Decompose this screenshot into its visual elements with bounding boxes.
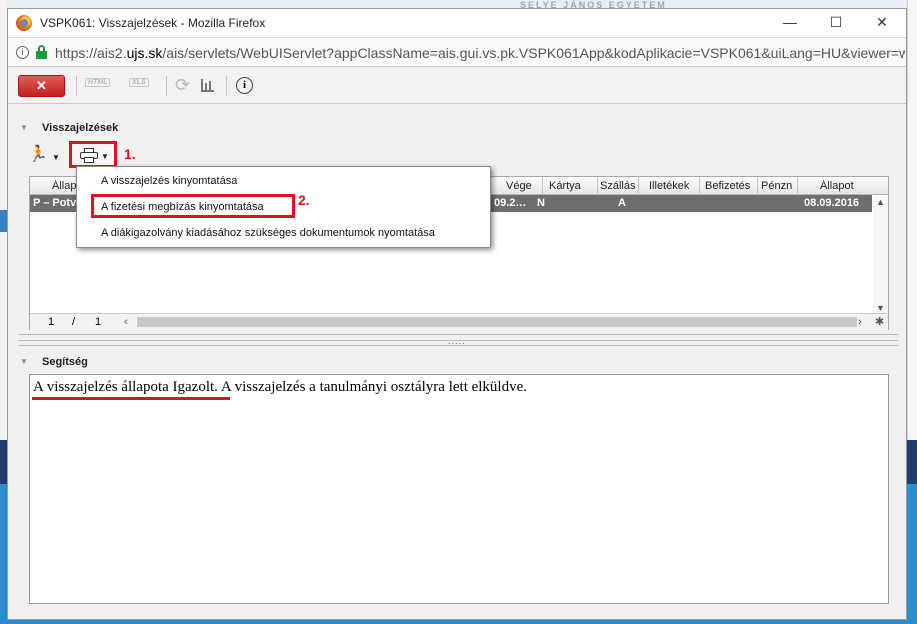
feedback-panel-title: Visszajelzések	[42, 122, 119, 134]
column-header[interactable]: Kártya	[549, 180, 581, 192]
info-icon[interactable]: i	[236, 77, 253, 94]
help-panel-title: Segítség	[42, 356, 88, 368]
minimize-button[interactable]: —	[767, 9, 813, 37]
cell-end: 09.2…	[494, 197, 527, 209]
column-header[interactable]: Szállás	[600, 180, 638, 192]
title-bar: VSPK061: Visszajelzések - Mozilla Firefo…	[8, 9, 906, 37]
background-page-top	[0, 0, 917, 8]
column-header[interactable]: Befizetés	[705, 180, 750, 192]
url-text[interactable]: https://ais2.ujs.sk/ais/servlets/WebUISe…	[55, 45, 905, 61]
cell-accommodation: A	[618, 197, 626, 209]
window-close-button[interactable]: ✕	[859, 9, 905, 37]
close-app-button[interactable]: ✕	[18, 75, 65, 97]
column-header[interactable]: Állapot	[820, 180, 854, 192]
cell-date: 08.09.2016	[804, 197, 860, 209]
background-banner: SELYE JÁNOS EGYETEM	[520, 0, 667, 8]
menu-item-print-payment-order[interactable]: A fizetési megbízás kinyomtatása	[101, 201, 264, 213]
printer-icon	[80, 148, 98, 163]
collapse-icon[interactable]: ▼	[20, 357, 28, 366]
app-toolbar: ✕ HTML XLS ⟳ i	[8, 68, 906, 104]
column-header[interactable]: Vége	[506, 180, 546, 192]
actions-menu-icon[interactable]: 🏃	[28, 144, 52, 164]
firefox-icon	[16, 15, 32, 31]
annotation-step-1: 1.	[124, 146, 136, 162]
print-dropdown-menu: A visszajelzés kinyomtatása A fizetési m…	[76, 166, 491, 248]
pager-current[interactable]: 1	[48, 316, 54, 328]
pager-total: 1	[95, 316, 102, 328]
pager-separator: /	[72, 316, 76, 328]
print-menu-button[interactable]: ▼	[69, 141, 117, 168]
panel-splitter[interactable]: .....	[18, 336, 898, 346]
background-page-right	[907, 0, 917, 440]
site-info-icon[interactable]: i	[16, 46, 29, 59]
cell-card: N	[537, 197, 545, 209]
popup-window: VSPK061: Visszajelzések - Mozilla Firefo…	[7, 8, 907, 620]
help-panel: ▼ Segítség A visszajelzés állapota Igazo…	[18, 354, 898, 612]
scroll-left-icon[interactable]: ‹	[124, 316, 128, 328]
table-footer: 1 / 1 ‹ › ✱	[30, 313, 888, 330]
help-text-area: A visszajelzés állapota Igazolt. A vissz…	[29, 374, 889, 604]
scroll-right-icon[interactable]: ›	[858, 316, 862, 328]
vertical-scrollbar[interactable]: ▲ ▼	[873, 195, 888, 317]
window-title: VSPK061: Visszajelzések - Mozilla Firefo…	[40, 16, 266, 30]
column-header[interactable]: Illetékek	[649, 180, 689, 192]
export-html-icon[interactable]: HTML	[85, 78, 111, 87]
chevron-down-icon: ▼	[101, 152, 109, 161]
annotation-underline	[32, 397, 230, 400]
menu-item-print-student-card-documents[interactable]: A diákigazolvány kiadásához szükséges do…	[101, 227, 435, 239]
cell-status: P – Potv	[33, 197, 77, 209]
lock-icon[interactable]	[36, 45, 47, 59]
horizontal-scrollbar[interactable]	[137, 317, 857, 327]
menu-item-print-feedback[interactable]: A visszajelzés kinyomtatása	[101, 175, 237, 187]
structure-icon[interactable]	[201, 79, 214, 92]
annotation-step-2: 2.	[298, 192, 310, 208]
refresh-icon[interactable]: ⟳	[175, 76, 190, 94]
settings-gear-icon[interactable]: ✱	[875, 315, 884, 328]
maximize-button[interactable]: ☐	[813, 9, 859, 37]
column-header[interactable]: Pénzn	[761, 180, 797, 192]
export-xls-icon[interactable]: XLS	[129, 78, 149, 87]
chevron-down-icon[interactable]: ▼	[52, 153, 60, 162]
address-bar[interactable]: i https://ais2.ujs.sk/ais/servlets/WebUI…	[8, 37, 906, 67]
help-text: A visszajelzés állapota Igazolt. A vissz…	[33, 379, 528, 395]
collapse-icon[interactable]: ▼	[20, 123, 28, 132]
